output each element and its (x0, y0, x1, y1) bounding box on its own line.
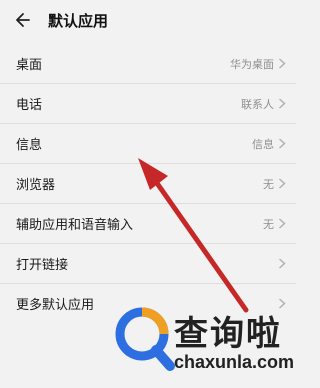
row-value: 华为桌面 (230, 57, 274, 71)
row-desktop[interactable]: 桌面 华为桌面 (0, 44, 296, 84)
chevron-right-icon (279, 178, 286, 189)
row-assist-voice[interactable]: 辅助应用和语音输入 无 (0, 204, 296, 244)
row-value: 无 (263, 217, 274, 231)
watermark-url: chaxunla.com (174, 352, 295, 372)
row-browser[interactable]: 浏览器 无 (0, 164, 296, 204)
row-label: 更多默认应用 (16, 298, 95, 313)
row-label: 电话 (16, 98, 43, 113)
row-label: 信息 (16, 138, 43, 153)
row-open-links[interactable]: 打开链接 (0, 244, 296, 284)
app-bar: 默认应用 (0, 0, 296, 40)
chevron-right-icon (279, 218, 286, 229)
chevron-right-icon (279, 138, 286, 149)
chevron-right-icon (279, 58, 286, 69)
back-arrow-icon[interactable] (14, 12, 30, 28)
row-label: 打开链接 (16, 258, 69, 273)
watermark-text: 查询啦 (174, 314, 282, 354)
page-title: 默认应用 (48, 12, 109, 30)
row-label: 浏览器 (16, 178, 56, 193)
row-value: 信息 (252, 137, 274, 151)
default-apps-list: 桌面 华为桌面 电话 联系人 信息 信息 浏览器 无 辅助应用和语音输入 无 打… (0, 44, 296, 323)
watermark: 查询啦 chaxunla.com (112, 302, 296, 388)
row-value: 联系人 (241, 97, 274, 111)
row-label: 辅助应用和语音输入 (16, 218, 134, 233)
row-messages[interactable]: 信息 信息 (0, 124, 296, 164)
chevron-right-icon (279, 258, 286, 269)
chevron-right-icon (279, 98, 286, 109)
row-phone[interactable]: 电话 联系人 (0, 84, 296, 124)
row-label: 桌面 (16, 58, 43, 73)
row-value: 无 (263, 177, 274, 191)
